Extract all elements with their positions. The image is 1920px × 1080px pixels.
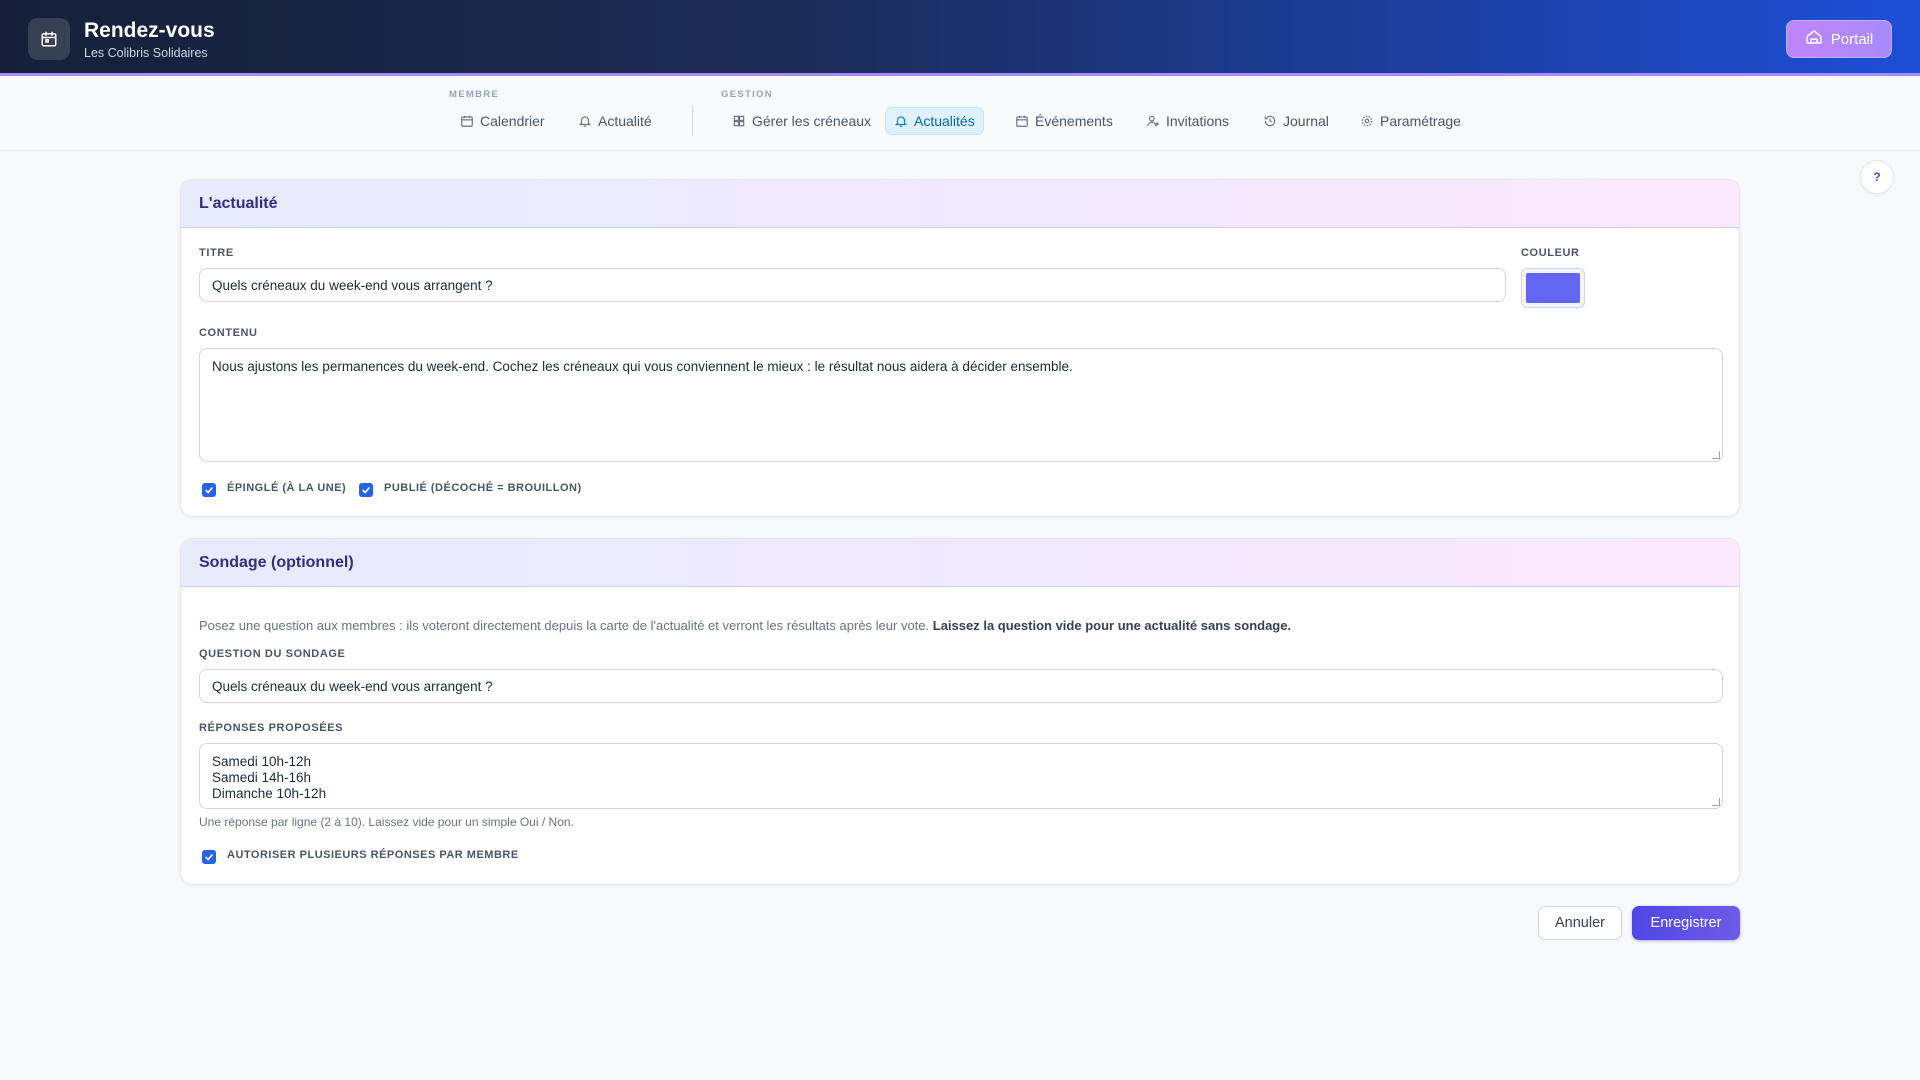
published-checkbox[interactable] xyxy=(359,483,373,497)
check-icon xyxy=(205,486,213,494)
user-plus-icon xyxy=(1147,115,1159,127)
nav-item-label: Événements xyxy=(1035,113,1113,129)
question-input[interactable]: Quels créneaux du week-end vous arrangen… xyxy=(199,669,1723,703)
grid-icon xyxy=(733,115,745,127)
answer-line: Dimanche 10h-12h xyxy=(212,786,327,801)
poll-intro-text: Posez une question aux membres : ils vot… xyxy=(199,618,930,633)
poll-card: Sondage (optionnel) Posez une question a… xyxy=(180,538,1740,885)
app-subtitle: Les Colibris Solidaires xyxy=(84,46,208,60)
poll-intro-bold: Laissez la question vide pour une actual… xyxy=(932,618,1292,633)
portal-label: Portail xyxy=(1830,30,1874,48)
nav-group-manage: GESTION xyxy=(721,89,773,100)
answers-hint: Une réponse par ligne (2 à 10). Laissez … xyxy=(199,815,574,829)
nav-item-label: Journal xyxy=(1283,113,1329,129)
nav-group-member: MEMBRE xyxy=(449,89,500,100)
history-icon xyxy=(1264,115,1276,127)
nav-item-label: Actualités xyxy=(914,113,975,129)
question-label: QUESTION DU SONDAGE xyxy=(199,648,346,660)
answer-line: Samedi 10h-12h xyxy=(212,754,312,769)
home-icon xyxy=(1805,28,1823,50)
color-label: COULEUR xyxy=(1521,247,1580,259)
nav-item-label: Invitations xyxy=(1166,113,1230,129)
help-button[interactable]: ? xyxy=(1860,160,1894,194)
pinned-label: ÉPINGLÉ (À LA UNE) xyxy=(227,482,347,494)
pinned-checkbox[interactable] xyxy=(202,483,216,497)
answers-textarea[interactable]: Samedi 10h-12h Samedi 14h-16h Dimanche 1… xyxy=(199,743,1723,809)
calendar-icon xyxy=(461,115,473,127)
nav-item-invitations[interactable]: Invitations xyxy=(1138,107,1237,135)
answer-line: Samedi 14h-16h xyxy=(212,770,312,785)
nav-item-label: Actualité xyxy=(598,113,652,129)
cancel-button[interactable]: Annuler xyxy=(1538,906,1622,940)
nav-item-parametrage[interactable]: Paramétrage xyxy=(1352,107,1469,135)
nav-item-actualite[interactable]: Actualité xyxy=(570,107,660,135)
nav-item-actualites[interactable]: Actualités xyxy=(885,107,984,135)
nav-item-label: Paramétrage xyxy=(1380,113,1461,129)
resize-handle[interactable] xyxy=(1712,798,1720,806)
calendar-icon xyxy=(28,18,70,60)
news-card-heading: L'actualité xyxy=(181,180,1739,228)
bell-icon xyxy=(894,116,908,127)
nav-item-calendrier[interactable]: Calendrier xyxy=(452,107,553,135)
title-label: TITRE xyxy=(199,247,234,259)
content-label: CONTENU xyxy=(199,327,258,339)
content-textarea[interactable]: Nous ajustons les permanences du week-en… xyxy=(199,348,1723,462)
color-swatch-fill xyxy=(1526,273,1580,303)
bell-icon xyxy=(578,116,592,127)
resize-handle[interactable] xyxy=(1712,451,1720,459)
nav-item-journal[interactable]: Journal xyxy=(1255,107,1337,135)
gear-icon xyxy=(1361,115,1373,127)
published-label: PUBLIÉ (DÉCOCHÉ = BROUILLON) xyxy=(384,482,582,494)
nav-divider xyxy=(692,106,693,136)
content-text: Nous ajustons les permanences du week-en… xyxy=(212,359,1073,374)
save-button[interactable]: Enregistrer xyxy=(1632,906,1740,940)
color-picker[interactable] xyxy=(1521,268,1585,308)
multi-answer-label: AUTORISER PLUSIEURS RÉPONSES PAR MEMBRE xyxy=(227,849,519,861)
poll-card-heading: Sondage (optionnel) xyxy=(181,539,1739,587)
calendar-icon xyxy=(1016,115,1028,127)
top-bar: Rendez-vous Les Colibris Solidaires Port… xyxy=(0,0,1920,76)
check-icon xyxy=(362,486,370,494)
poll-intro: Posez une question aux membres : ils vot… xyxy=(199,618,1291,633)
nav-item-gerer-creneaux[interactable]: Gérer les créneaux xyxy=(724,107,879,135)
news-card: L'actualité TITRE Quels créneaux du week… xyxy=(180,179,1740,517)
app-title: Rendez-vous xyxy=(84,19,215,42)
nav-item-evenements[interactable]: Événements xyxy=(1007,107,1121,135)
multi-answer-checkbox[interactable] xyxy=(202,850,216,864)
title-input[interactable]: Quels créneaux du week-end vous arrangen… xyxy=(199,268,1506,302)
portal-button[interactable]: Portail xyxy=(1786,20,1892,58)
answers-label: RÉPONSES PROPOSÉES xyxy=(199,722,344,734)
nav-item-label: Gérer les créneaux xyxy=(752,113,872,129)
check-icon xyxy=(205,853,213,861)
nav-item-label: Calendrier xyxy=(480,113,545,129)
